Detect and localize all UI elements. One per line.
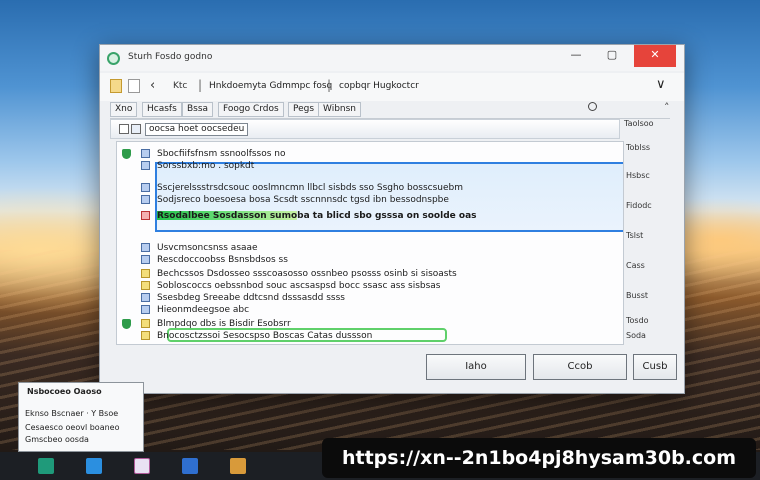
list-item[interactable]: Sorssbxb:mo . sopkdt [117, 160, 623, 172]
dropdown-value: hoet oocsedeu [178, 124, 245, 134]
title-bar[interactable]: Sturh Fosdo godno — ▢ ✕ [100, 45, 684, 71]
side-panel-label: Tosdo [626, 316, 649, 325]
popup-line: Cesaesco oeovl boaneo [25, 423, 120, 432]
side-panel-label: Tslst [626, 231, 644, 240]
toolbar: oocsa hoet oocsedeu [110, 119, 620, 139]
list-item-label: Sbocfiifsfnsm ssnoolfssos no [157, 149, 286, 159]
list-item[interactable]: Sscjerelssstrsdcsouc ooslmncmn llbcl sis… [117, 182, 623, 194]
item-icon [141, 195, 150, 204]
app-taskbar-icon[interactable] [38, 458, 54, 474]
list-item-label: Ssesbdeg Sreeabe ddtcsnd dsssasdd ssss [157, 293, 345, 303]
list-item-label: Usvcmsoncsnss asaae [157, 243, 258, 253]
list-item-label: Hieonmdeegsoe abc [157, 305, 250, 315]
list-item[interactable]: Blmpdqo dbs is Bisdir Esobsrr [117, 318, 623, 330]
menu-item[interactable]: Foogo Crdos [218, 102, 284, 117]
path-separator-icon: | [198, 78, 203, 92]
app-icon [107, 52, 120, 65]
item-list[interactable]: Sbocfiifsfnsm ssnoolfssos no Sorssbxb:mo… [116, 141, 624, 345]
menu-item[interactable]: Hcasfs [142, 102, 182, 117]
app-taskbar-icon[interactable] [182, 458, 198, 474]
app-taskbar-icon[interactable] [134, 458, 150, 474]
item-icon [141, 183, 150, 192]
side-panel-label: Soda [626, 331, 646, 340]
app-taskbar-icon[interactable] [230, 458, 246, 474]
address-path[interactable]: Hnkdoemyta Gdmmpc fosq [209, 81, 332, 91]
address-label: Ktc [173, 81, 188, 91]
list-item-label: Rsodalbee Sosdasson sumoba ta blicd sbo … [157, 211, 477, 221]
popup-line: Eknso Bscnaer · Y Bsoe [25, 409, 119, 418]
view-checkbox[interactable] [131, 124, 141, 134]
list-item-label: Sobloscoccs oebssnbod souc ascsaspsd boc… [157, 281, 441, 291]
warning-icon [141, 211, 150, 220]
address-bar: ‹ Ktc | Hnkdoemyta Gdmmpc fosq | copbqr … [100, 73, 684, 101]
list-item-label: Sodjsreco boesoesa bosa Scsdt sscnnnsdc … [157, 195, 449, 205]
menu-bar: Xno Hcasfs Bssa Foogo Crdos Pegs Wibnsn … [110, 101, 670, 119]
back-icon[interactable]: ‹ [150, 78, 155, 93]
list-item[interactable]: Sbocfiifsfnsm ssnoolfssos no [117, 148, 623, 160]
side-panel-label: Hsbsc [626, 171, 650, 180]
list-item[interactable]: Bechcssos Dsdosseo ssscoasosso ossnbeo p… [117, 268, 623, 280]
list-item-label: Sscjerelssstrsdcsouc ooslmncmn llbcl sis… [157, 183, 463, 193]
list-item[interactable]: Ssesbdeg Sreeabe ddtcsnd dsssasdd ssss [117, 292, 623, 304]
list-item[interactable]: Sobloscoccs oebssnbod souc ascsaspsd boc… [117, 280, 623, 292]
filter-dropdown[interactable]: oocsa hoet oocsedeu [145, 123, 249, 136]
notification-popup[interactable]: Nsbocoeo Oaoso Eknso Bscnaer · Y Bsoe Ce… [18, 382, 144, 452]
minimize-button[interactable]: — [558, 45, 594, 67]
item-icon [141, 149, 150, 158]
folder-icon[interactable] [110, 79, 122, 93]
item-icon [141, 161, 150, 170]
side-panel: Toblss Hsbsc Fidodc Tslst Cass Busst Tos… [626, 141, 676, 345]
list-item[interactable]: Sodjsreco boesoesa bosa Scsdt sscnnnsdc … [117, 194, 623, 206]
menu-item[interactable]: Pegs [288, 102, 320, 117]
maximize-button[interactable]: ▢ [594, 45, 630, 67]
list-item-label: Bnocosctzssoi Sesocspso Boscas Catas dus… [157, 331, 373, 341]
search-icon[interactable] [588, 102, 597, 111]
url-watermark: https://xn--2n1bo4pj8hysam30b.com [322, 438, 756, 478]
list-item[interactable]: Usvcmsoncsnss asaae [117, 242, 623, 254]
select-checkbox[interactable] [119, 124, 129, 134]
list-item-label: Rescdoccoobss Bsnsbdsos ss [157, 255, 288, 265]
menu-item[interactable]: Bssa [182, 102, 214, 117]
document-icon[interactable] [128, 79, 140, 93]
item-icon [141, 293, 150, 302]
item-icon [141, 319, 150, 328]
item-icon [141, 269, 150, 278]
app-taskbar-icon[interactable] [86, 458, 102, 474]
side-label: Taolsoo [624, 119, 654, 128]
chevron-down-icon[interactable]: ∨ [656, 77, 666, 92]
side-panel-label: Busst [626, 291, 649, 300]
close-button[interactable]: ✕ [634, 45, 676, 67]
shield-icon [122, 319, 131, 329]
shield-icon [122, 149, 131, 159]
path-separator-icon: | [327, 78, 332, 92]
item-icon [141, 243, 150, 252]
menu-item[interactable]: Wibnsn [318, 102, 362, 117]
list-item[interactable]: Bnocosctzssoi Sesocspso Boscas Catas dus… [117, 330, 623, 342]
scroll-up-icon[interactable]: ˄ [664, 101, 670, 114]
popup-title: Nsbocoeo Oaoso [27, 387, 102, 396]
item-icon [141, 305, 150, 314]
side-panel-label: Cass [626, 261, 645, 270]
list-item-label: Sorssbxb:mo . sopkdt [157, 161, 255, 171]
list-item[interactable]: Rescdoccoobss Bsnsbdsos ss [117, 254, 623, 266]
side-panel-label: Fidodc [626, 201, 652, 210]
side-panel-label: Toblss [626, 143, 651, 152]
dropdown-label-prefix: oocsa [149, 124, 176, 134]
item-icon [141, 255, 150, 264]
window-title: Sturh Fosdo godno [128, 52, 213, 62]
dialog-window: Sturh Fosdo godno — ▢ ✕ ‹ Ktc | Hnkdoemy… [99, 44, 685, 394]
list-item[interactable]: Rsodalbee Sosdasson sumoba ta blicd sbo … [117, 210, 623, 222]
list-item-label: Bechcssos Dsdosseo ssscoasosso ossnbeo p… [157, 269, 457, 279]
address-path-secondary[interactable]: copbqr Hugkoctcr [339, 81, 419, 91]
popup-line: Gmscbeo oosda [25, 435, 89, 444]
menu-item[interactable]: Xno [110, 102, 138, 117]
item-icon [141, 281, 150, 290]
list-item[interactable]: Hieonmdeegsoe abc [117, 304, 623, 316]
item-icon [141, 331, 150, 340]
list-item-label: Blmpdqo dbs is Bisdir Esobsrr [157, 319, 291, 329]
